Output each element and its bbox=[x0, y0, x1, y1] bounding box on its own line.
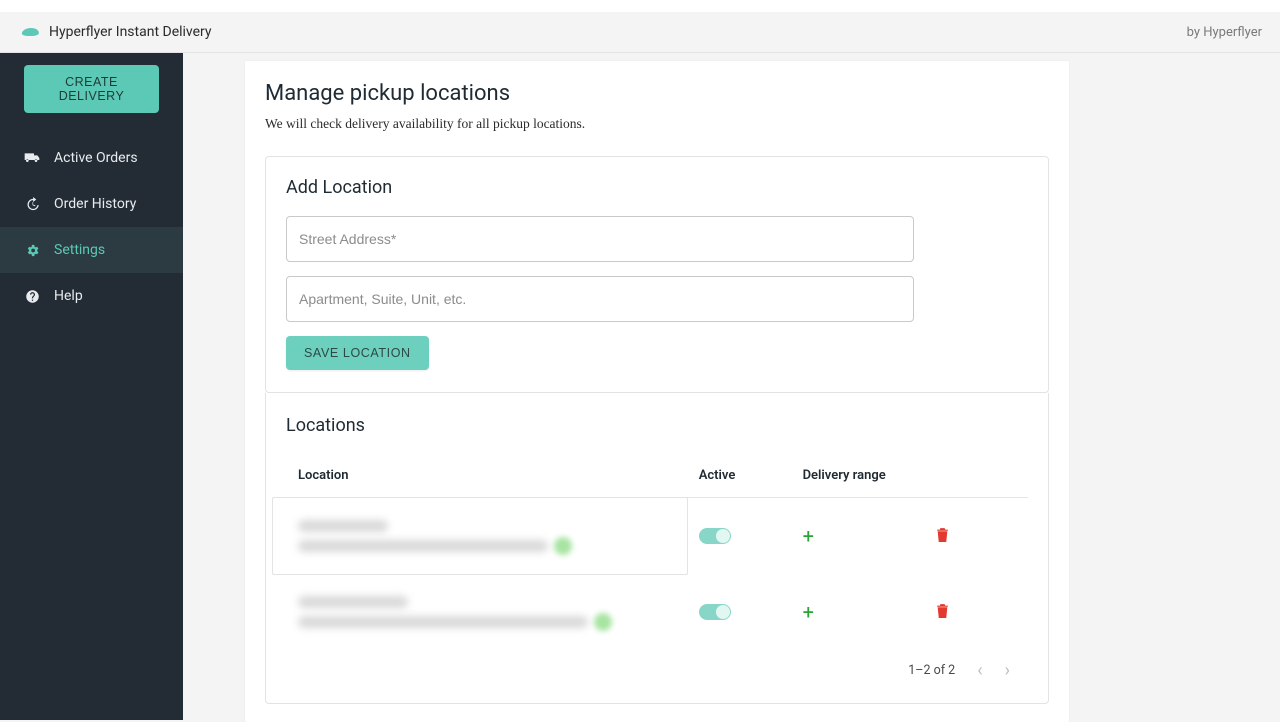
sidebar-item-order-history[interactable]: Order History bbox=[0, 181, 183, 227]
sidebar-item-help[interactable]: Help bbox=[0, 273, 183, 319]
main-content: Manage pickup locations We will check de… bbox=[183, 53, 1280, 720]
topbar-stripe bbox=[0, 0, 1280, 12]
add-range-button[interactable]: + bbox=[803, 524, 814, 548]
sidebar: CREATE DELIVERY Active Orders Order Hist… bbox=[0, 53, 183, 720]
locations-table: Location Active Delivery range bbox=[286, 454, 1028, 650]
appbar: Hyperflyer Instant Delivery by Hyperflye… bbox=[0, 12, 1280, 53]
sidebar-item-active-orders[interactable]: Active Orders bbox=[0, 135, 183, 181]
active-toggle[interactable] bbox=[699, 604, 731, 620]
locations-title: Locations bbox=[286, 415, 1028, 436]
prev-page-button[interactable]: ‹ bbox=[977, 660, 982, 681]
help-icon bbox=[24, 289, 40, 304]
locations-panel: Locations Location Active Delivery range bbox=[265, 393, 1049, 704]
settings-card: Manage pickup locations We will check de… bbox=[245, 61, 1069, 722]
street-address-input[interactable] bbox=[286, 216, 914, 262]
unit-input[interactable] bbox=[286, 276, 914, 322]
column-location: Location bbox=[286, 454, 687, 498]
location-line2-redacted bbox=[298, 540, 548, 552]
page-subtitle: We will check delivery availability for … bbox=[265, 116, 1049, 132]
column-actions bbox=[924, 454, 1028, 498]
verified-icon bbox=[554, 537, 572, 555]
app-title: Hyperflyer Instant Delivery bbox=[49, 24, 212, 40]
pagination-text: 1–2 of 2 bbox=[908, 663, 955, 678]
table-row[interactable]: + bbox=[286, 574, 1028, 650]
sidebar-item-label: Settings bbox=[54, 242, 105, 258]
create-delivery-button[interactable]: CREATE DELIVERY bbox=[24, 65, 159, 113]
location-line2-redacted bbox=[298, 616, 588, 628]
page-title: Manage pickup locations bbox=[265, 81, 1049, 106]
active-toggle[interactable] bbox=[699, 528, 731, 544]
delete-button[interactable] bbox=[936, 530, 949, 546]
sidebar-item-label: Active Orders bbox=[54, 150, 138, 166]
location-line1-redacted bbox=[298, 520, 388, 532]
delete-button[interactable] bbox=[936, 606, 949, 622]
sidebar-item-settings[interactable]: Settings bbox=[0, 227, 183, 273]
gear-icon bbox=[24, 243, 40, 258]
add-location-title: Add Location bbox=[286, 177, 1028, 198]
history-icon bbox=[24, 197, 40, 212]
next-page-button[interactable]: › bbox=[1005, 660, 1010, 681]
table-row[interactable]: + bbox=[286, 498, 1028, 575]
column-range: Delivery range bbox=[791, 454, 925, 498]
add-location-panel: Add Location SAVE LOCATION bbox=[265, 156, 1049, 393]
brand-logo-icon bbox=[22, 26, 39, 38]
sidebar-item-label: Order History bbox=[54, 196, 136, 212]
pagination: 1–2 of 2 ‹ › bbox=[286, 650, 1028, 681]
by-hyperflyer-text: by Hyperflyer bbox=[1187, 25, 1262, 40]
verified-icon bbox=[594, 613, 612, 631]
location-line1-redacted bbox=[298, 596, 408, 608]
add-range-button[interactable]: + bbox=[803, 600, 814, 624]
truck-icon bbox=[24, 152, 40, 164]
column-active: Active bbox=[687, 454, 791, 498]
save-location-button[interactable]: SAVE LOCATION bbox=[286, 336, 429, 370]
sidebar-item-label: Help bbox=[54, 288, 83, 304]
